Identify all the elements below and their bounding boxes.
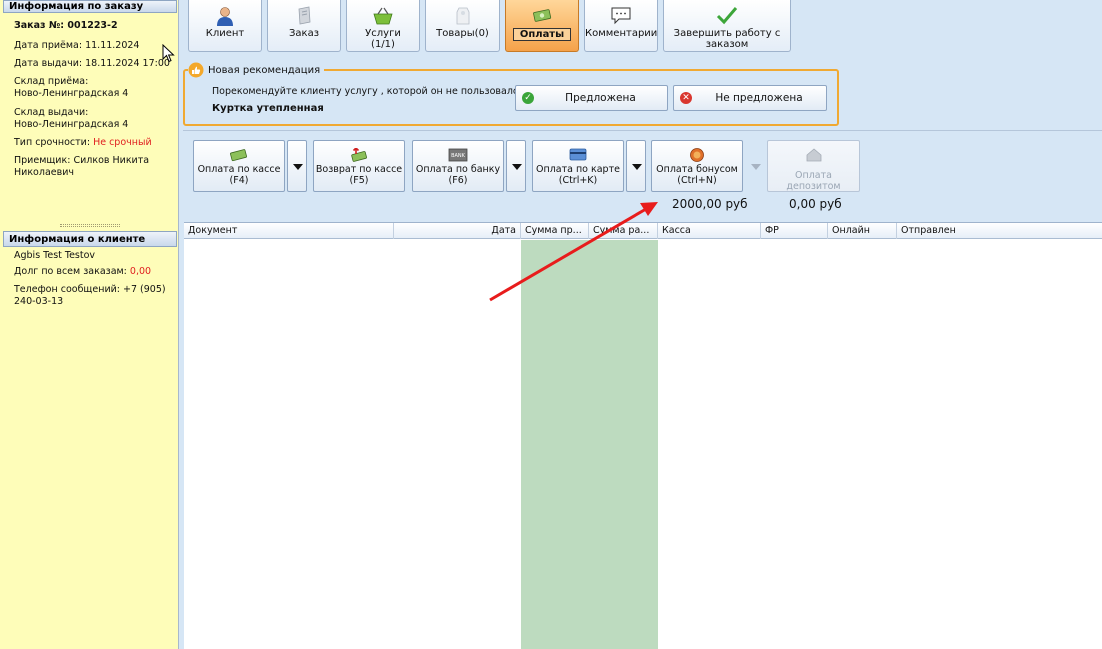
col-date[interactable]: Дата: [394, 223, 521, 239]
not-offered-button[interactable]: ✕ Не предложена: [673, 85, 827, 111]
urgency-value: Не срочный: [93, 137, 152, 148]
pay-cash-button[interactable]: Оплата по кассе (F4): [193, 140, 285, 192]
cross-circle-icon: ✕: [680, 92, 692, 104]
issue-warehouse-label: Склад выдачи:: [14, 107, 89, 118]
col-sent[interactable]: Отправлен: [897, 223, 1102, 239]
recommendation-title: Новая рекомендация: [208, 64, 321, 76]
comment-icon: [611, 7, 631, 25]
check-circle-icon: ✓: [522, 92, 534, 104]
receive-warehouse-label: Склад приёма:: [14, 76, 89, 87]
offered-button[interactable]: ✓ Предложена: [515, 85, 668, 111]
bank-icon: BANK: [448, 148, 468, 162]
receiver-value-1: Силков Никита: [73, 155, 150, 166]
deposit-balance: 0,00 руб: [789, 197, 842, 211]
tab-order[interactable]: Заказ: [267, 0, 341, 52]
pay-deposit-button: Оплата депозитом: [767, 140, 860, 192]
receiver-label: Приемщик:: [14, 155, 71, 166]
thumbs-up-icon: [188, 62, 204, 78]
payments-table: Документ Дата Сумма пр... Сумма ра... Ка…: [184, 222, 1102, 649]
refund-cash-button[interactable]: Возврат по кассе (F5): [313, 140, 405, 192]
card-icon: [569, 148, 587, 161]
order-icon: [298, 6, 311, 25]
pay-bonus-dropdown: [745, 140, 765, 192]
receiver-row: Приемщик: Силков Никита: [14, 155, 174, 166]
checkmark-icon: [716, 7, 738, 25]
pay-card-dropdown[interactable]: [626, 140, 646, 192]
issue-warehouse-value: Ново-Ленинградская 4: [14, 119, 129, 130]
sum-columns-highlight: [521, 240, 658, 649]
col-cashbox[interactable]: Касса: [658, 223, 761, 239]
tab-goods[interactable]: Товары(0): [425, 0, 500, 52]
recommendation-text: Порекомендуйте клиенту услугу , которой …: [212, 86, 524, 97]
client-name: Agbis Test Testov: [14, 250, 96, 261]
received-date: Дата приёма: 11.11.2024: [14, 40, 140, 51]
tab-payments[interactable]: Оплаты: [505, 0, 579, 52]
urgency-label: Тип срочности:: [14, 137, 91, 148]
tab-comments[interactable]: Комментарии: [584, 0, 658, 52]
refund-icon: [351, 148, 367, 162]
order-number: Заказ №: 001223-2: [14, 20, 118, 31]
section-divider: [183, 130, 1102, 131]
deposit-icon: [806, 148, 821, 162]
col-online[interactable]: Онлайн: [828, 223, 897, 239]
col-sum-spent[interactable]: Сумма ра...: [589, 223, 658, 239]
order-info-panel: Информация по заказу Заказ №: 001223-2 Д…: [0, 0, 179, 649]
panel-splitter[interactable]: [60, 224, 120, 227]
receive-warehouse-value: Ново-Ленинградская 4: [14, 88, 129, 99]
goods-icon: [456, 7, 469, 25]
phone-line-2: 240-03-13: [14, 296, 64, 307]
debt-value: 0,00: [129, 266, 152, 277]
table-header: Документ Дата Сумма пр... Сумма ра... Ка…: [184, 223, 1102, 239]
bonus-balance: 2000,00 руб: [672, 197, 748, 211]
tab-client[interactable]: Клиент: [188, 0, 262, 52]
recommendation-title-row: Новая рекомендация: [188, 62, 325, 78]
pay-cash-dropdown[interactable]: [287, 140, 307, 192]
order-info-header: Информация по заказу: [3, 0, 177, 13]
receiver-value-2: Николаевич: [14, 167, 74, 178]
pay-card-button[interactable]: Оплата по карте (Ctrl+K): [532, 140, 624, 192]
pay-bank-dropdown[interactable]: [506, 140, 526, 192]
svg-text:BANK: BANK: [451, 153, 466, 159]
phone-line-1: Телефон сообщений: +7 (905): [14, 284, 166, 295]
urgency-row: Тип срочности: Не срочный: [14, 137, 174, 148]
col-sum-received[interactable]: Сумма пр...: [521, 223, 589, 239]
tab-services[interactable]: Услуги (1/1): [346, 0, 420, 52]
debt-label: Долг по всем заказам:: [14, 266, 127, 277]
pay-bank-button[interactable]: BANK Оплата по банку (F6): [412, 140, 504, 192]
col-document[interactable]: Документ: [184, 223, 394, 239]
mouse-cursor-icon: [162, 44, 175, 63]
basket-icon: [373, 7, 393, 25]
cash-icon: [230, 149, 247, 162]
client-info-header: Информация о клиенте: [3, 231, 177, 247]
issue-date: Дата выдачи: 18.11.2024 17:00: [14, 58, 170, 69]
col-fr[interactable]: ФР: [761, 223, 828, 239]
client-icon: [217, 7, 233, 26]
recommendation-item: Куртка утепленная: [212, 103, 324, 114]
money-icon: [533, 9, 552, 22]
finish-order-button[interactable]: Завершить работу с заказом: [663, 0, 791, 52]
pay-bonus-button[interactable]: Оплата бонусом (Ctrl+N): [651, 140, 743, 192]
bonus-icon: [690, 148, 704, 162]
debt-row: Долг по всем заказам: 0,00: [14, 266, 174, 277]
